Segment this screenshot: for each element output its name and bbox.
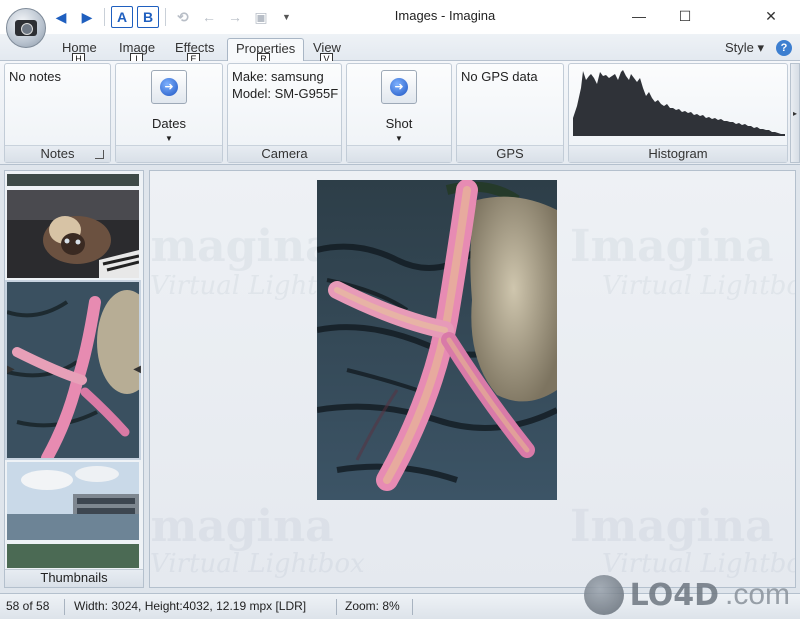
shot-button[interactable]: ➜ — [381, 70, 417, 104]
thumbnails-label: Thumbnails — [5, 569, 143, 587]
maximize-button[interactable]: ☐ — [662, 0, 708, 32]
status-image-count: 58 of 58 — [6, 599, 50, 613]
watermark-title: Imagina — [570, 501, 774, 552]
status-separator — [336, 599, 337, 615]
lo4d-logo-domain: .com — [724, 578, 790, 611]
gps-group-label: GPS — [457, 145, 563, 162]
status-zoom: Zoom: 8% — [345, 599, 400, 613]
dropdown-arrow-icon[interactable]: ▼ — [395, 134, 403, 143]
lo4d-logo-text: LO4D — [629, 577, 719, 613]
qat-separator — [165, 8, 166, 26]
status-dimensions: Width: 3024, Height:4032, 12.19 mpx [LDR… — [74, 599, 307, 613]
undo-icon[interactable]: ← — [198, 6, 220, 28]
watermark-subtitle: Virtual Lightbox — [602, 271, 796, 301]
shot-group: ➜ Shot ▼ — [346, 63, 452, 163]
redo-icon[interactable]: → — [224, 6, 246, 28]
camera-info: Make: samsung Model: SM-G955F — [232, 68, 338, 102]
shot-button-label[interactable]: Shot — [347, 116, 451, 131]
main-starfish-photo — [317, 180, 557, 500]
notes-text: No notes — [9, 69, 62, 84]
dates-group: ➜ Dates ▼ — [115, 63, 223, 163]
camera-icon — [15, 20, 37, 36]
thumbnail[interactable] — [7, 174, 139, 186]
camera-make: Make: samsung — [232, 69, 324, 84]
ribbon-scroll-right-icon[interactable]: ▸ — [790, 63, 800, 163]
rotate-icon[interactable]: ⟲ — [172, 6, 194, 28]
thumbnail[interactable] — [7, 544, 139, 568]
notes-group: No notes Notes — [4, 63, 111, 163]
qat-separator — [104, 8, 105, 26]
histogram-group-label: Histogram — [569, 145, 787, 162]
gps-text: No GPS data — [461, 69, 538, 84]
thumbnails-panel: ▶ ◀ Thumbnails — [4, 170, 144, 588]
dates-group-label — [116, 145, 222, 162]
thumbnail-cat[interactable] — [7, 190, 139, 278]
quick-access-toolbar: ◀ ▶ A B ⟲ ← → ▣ ▼ — [50, 5, 291, 29]
camera-group: Make: samsung Model: SM-G955F Camera — [227, 63, 342, 163]
save-icon[interactable]: ▣ — [250, 6, 272, 28]
dates-button[interactable]: ➜ — [151, 70, 187, 104]
ribbon-panel: No notes Notes ➜ Dates ▼ Make: samsung M… — [0, 61, 800, 165]
lo4d-watermark-logo: LO4D .com — [583, 575, 790, 615]
watermark-title: Imagina — [149, 221, 334, 272]
dates-button-label[interactable]: Dates — [116, 116, 222, 131]
status-separator — [412, 599, 413, 615]
application-menu-button[interactable] — [6, 8, 46, 48]
starfish-thumbnail-photo — [7, 282, 139, 458]
font-b-icon[interactable]: B — [137, 6, 159, 28]
arrow-right-icon: ➜ — [390, 78, 408, 96]
histogram-chart — [573, 70, 785, 136]
image-viewer[interactable]: Imagina Virtual Lightbox Imagina Virtual… — [149, 170, 796, 588]
histogram-group: Histogram — [568, 63, 788, 163]
watermark-subtitle: Virtual Lightbox — [150, 549, 365, 579]
forward-icon[interactable]: ▶ — [76, 6, 98, 28]
close-button[interactable]: ✕ — [742, 0, 800, 32]
notes-dialog-launcher-icon[interactable] — [95, 150, 104, 159]
thumbnail-building[interactable] — [7, 462, 139, 540]
status-separator — [64, 599, 65, 615]
font-a-icon[interactable]: A — [111, 6, 133, 28]
camera-group-label: Camera — [228, 145, 341, 162]
back-icon[interactable]: ◀ — [50, 6, 72, 28]
ribbon-tabs: Home Image Effects Properties View Style… — [0, 34, 800, 62]
watermark-title: Imagina — [570, 221, 774, 272]
arrow-right-icon: ➜ — [160, 78, 178, 96]
shot-group-label — [347, 145, 451, 162]
thumbnail-starfish-selected[interactable] — [5, 280, 141, 460]
cat-photo — [7, 190, 139, 278]
help-icon[interactable]: ? — [776, 40, 792, 56]
gps-group: No GPS data GPS — [456, 63, 564, 163]
title-bar: ◀ ▶ A B ⟲ ← → ▣ ▼ Images - Imagina — ☐ ✕ — [0, 0, 800, 34]
style-menu[interactable]: Style ▾ — [725, 40, 764, 56]
camera-model: Model: SM-G955F — [232, 86, 339, 101]
minimize-button[interactable]: — — [616, 0, 662, 32]
selection-marker-right-icon: ◀ — [133, 364, 141, 375]
building-photo — [7, 462, 139, 540]
dropdown-arrow-icon[interactable]: ▼ — [165, 134, 173, 143]
globe-icon — [583, 575, 624, 615]
selection-marker-left-icon: ▶ — [7, 364, 15, 375]
watermark-title: Imagina — [149, 501, 334, 552]
customize-qat-icon[interactable]: ▼ — [282, 12, 291, 22]
